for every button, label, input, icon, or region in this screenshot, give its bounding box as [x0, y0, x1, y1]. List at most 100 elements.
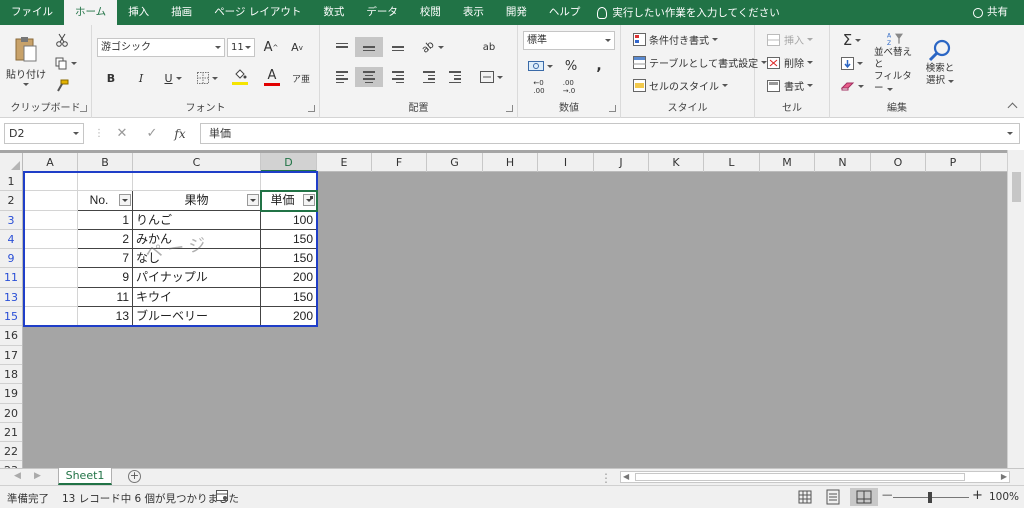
formula-input[interactable]: 単価 — [200, 123, 1020, 144]
merge-center-button[interactable] — [475, 67, 507, 87]
column-header-L[interactable]: L — [704, 153, 760, 172]
row-header-17[interactable]: 17 — [0, 346, 22, 365]
filter-dropdown-button[interactable] — [119, 194, 131, 207]
format-painter-button[interactable] — [52, 77, 72, 95]
column-header-B[interactable]: B — [78, 153, 133, 172]
column-header-P[interactable]: P — [926, 153, 981, 172]
select-all-button[interactable] — [0, 153, 23, 172]
cell-C1[interactable] — [133, 172, 261, 192]
format-as-table-button[interactable]: テーブルとして書式設定 — [633, 55, 768, 70]
cell-styles-button[interactable]: セルのスタイル — [633, 78, 728, 93]
increase-decimal-button[interactable]: ←0.00 — [526, 78, 552, 96]
borders-button[interactable] — [193, 68, 221, 88]
launcher-icon[interactable] — [308, 105, 315, 112]
scroll-tabs-left-icon[interactable]: ◀ — [14, 471, 21, 481]
column-header-D[interactable]: D — [261, 153, 317, 172]
font-name-combo[interactable]: 游ゴシック — [97, 38, 225, 57]
menu-tab-6[interactable]: データ — [355, 0, 409, 25]
cell-A4[interactable] — [23, 229, 78, 250]
row-header-16[interactable]: 16 — [0, 326, 22, 346]
find-select-button[interactable]: 検索と 選択 — [920, 31, 960, 95]
menu-tab-9[interactable]: 開発 — [495, 0, 538, 25]
tell-me-box[interactable]: 実行したい作業を入力してください — [591, 5, 780, 20]
menu-tab-5[interactable]: 数式 — [312, 0, 355, 25]
column-header-M[interactable]: M — [760, 153, 815, 172]
cell-D2[interactable]: 単価 — [261, 191, 317, 211]
conditional-formatting-button[interactable]: 条件付き書式 — [633, 32, 718, 47]
cell-B1[interactable] — [78, 172, 133, 192]
launcher-icon[interactable] — [80, 105, 87, 112]
row-header-20[interactable]: 20 — [0, 404, 22, 423]
scroll-right-icon[interactable]: ▶ — [1001, 472, 1007, 481]
cell-B4[interactable]: 2 — [78, 229, 133, 250]
cell-C2[interactable]: 果物 — [133, 191, 261, 211]
row-header-1[interactable]: 1 — [0, 172, 22, 192]
horizontal-scroll-thumb[interactable] — [635, 473, 965, 481]
italic-button[interactable]: I — [131, 68, 151, 88]
decrease-decimal-button[interactable]: .00 →.0 — [556, 78, 582, 96]
menu-tab-4[interactable]: ページ レイアウト — [203, 0, 312, 25]
menu-tab-3[interactable]: 描画 — [160, 0, 203, 25]
menu-tab-8[interactable]: 表示 — [452, 0, 495, 25]
insert-function-button[interactable]: fx — [170, 124, 190, 144]
zoom-level[interactable]: 100% — [989, 491, 1019, 503]
name-box[interactable]: D2 — [4, 123, 84, 144]
cell-C9[interactable]: なし — [133, 249, 261, 269]
macro-record-icon[interactable] — [216, 490, 228, 504]
copy-button[interactable] — [52, 54, 80, 72]
column-header-N[interactable]: N — [815, 153, 871, 172]
horizontal-scrollbar[interactable]: ◀ ▶ — [620, 471, 1010, 483]
cell-A9[interactable] — [23, 249, 78, 269]
increase-indent-button[interactable] — [444, 67, 466, 87]
cell-D1[interactable] — [261, 172, 317, 192]
column-header-O[interactable]: O — [871, 153, 926, 172]
number-format-combo[interactable]: 標準 — [523, 31, 615, 50]
row-header-21[interactable]: 21 — [0, 423, 22, 443]
menu-tab-2[interactable]: 挿入 — [117, 0, 160, 25]
row-header-19[interactable]: 19 — [0, 384, 22, 404]
tab-split-handle[interactable]: ⋮ — [600, 471, 612, 485]
column-header-A[interactable]: A — [23, 153, 78, 172]
bold-button[interactable]: B — [101, 68, 121, 88]
orientation-button[interactable]: ab — [418, 37, 448, 57]
sheet-tab-sheet1[interactable]: Sheet1 — [58, 468, 112, 485]
normal-view-button[interactable] — [794, 488, 816, 506]
format-cells-button[interactable]: 書式 — [767, 78, 813, 93]
worksheet-grid[interactable]: ABCDEFGHIJKLMNOP 1 2 3 4 9 11 13 15 16 17 18 19 20 21… — [0, 150, 1024, 468]
row-header-13[interactable]: 13 — [0, 288, 22, 308]
column-header-E[interactable]: E — [317, 153, 372, 172]
sort-filter-button[interactable]: AZ 並べ替えと フィルター — [874, 31, 916, 95]
menu-tab-10[interactable]: ヘルプ — [538, 0, 592, 25]
row-header-15[interactable]: 15 — [0, 307, 22, 327]
collapse-ribbon-icon[interactable] — [1007, 102, 1018, 113]
insert-cells-button[interactable]: 挿入 — [767, 32, 813, 47]
cell-B15[interactable]: 13 — [78, 307, 133, 327]
row-header-18[interactable]: 18 — [0, 365, 22, 385]
cell-D15[interactable]: 200 — [261, 307, 317, 327]
paste-button[interactable]: 貼り付け — [6, 31, 46, 89]
column-header-H[interactable]: H — [483, 153, 538, 172]
menu-tab-0[interactable]: ファイル — [0, 0, 64, 25]
fill-color-button[interactable] — [225, 65, 255, 89]
delete-cells-button[interactable]: 削除 — [767, 55, 813, 70]
wrap-text-button[interactable]: ab — [477, 37, 501, 57]
cancel-entry-button[interactable]: ✕ — [112, 124, 132, 144]
page-layout-view-button[interactable] — [822, 488, 844, 506]
align-center-button[interactable] — [355, 67, 383, 87]
align-top-button[interactable] — [330, 37, 354, 57]
cell-A2[interactable] — [23, 191, 78, 211]
launcher-icon[interactable] — [506, 105, 513, 112]
align-bottom-button[interactable] — [386, 37, 410, 57]
cell-C13[interactable]: キウイ — [133, 287, 261, 308]
cell-A15[interactable] — [23, 307, 78, 327]
cell-D11[interactable]: 200 — [261, 268, 317, 288]
font-size-combo[interactable]: 11 — [227, 38, 255, 57]
font-color-button[interactable]: A — [256, 65, 288, 89]
zoom-in-button[interactable]: + — [972, 488, 983, 503]
align-middle-button[interactable] — [355, 37, 383, 57]
filter-dropdown-button[interactable] — [303, 194, 315, 207]
cell-A13[interactable] — [23, 287, 78, 308]
cell-D3[interactable]: 100 — [261, 210, 317, 230]
scroll-left-icon[interactable]: ◀ — [623, 472, 629, 481]
cell-D9[interactable]: 150 — [261, 249, 317, 269]
